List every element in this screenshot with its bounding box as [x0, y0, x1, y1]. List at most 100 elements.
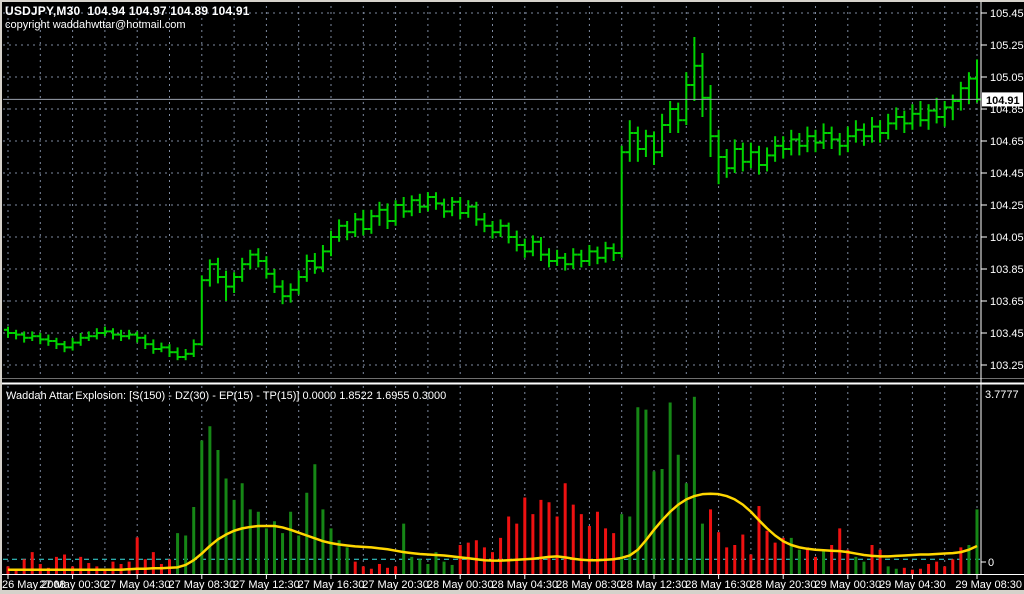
histogram-bar-up	[346, 547, 349, 574]
histogram-bar-down	[23, 559, 26, 574]
histogram-bar-down	[725, 547, 728, 574]
histogram-bar-up	[216, 450, 219, 574]
time-label: 27 May 00:30	[39, 579, 106, 591]
histogram-bar-down	[709, 509, 712, 574]
histogram-bar-up	[701, 524, 704, 574]
histogram-bar-up	[426, 564, 429, 574]
window-bottom-edge	[0, 590, 1024, 594]
histogram-bar-down	[362, 566, 365, 574]
histogram-bar-down	[733, 545, 736, 574]
histogram-bar-up	[305, 493, 308, 574]
histogram-bar-down	[354, 562, 357, 574]
histogram-bar-up	[208, 426, 211, 574]
histogram-bar-down	[152, 552, 155, 574]
time-label: 27 May 12:30	[233, 579, 300, 591]
histogram-bar-down	[596, 512, 599, 574]
histogram-bar-down	[879, 550, 882, 574]
histogram-bar-down	[564, 483, 567, 574]
histogram-bar-up	[402, 524, 405, 574]
time-label: 28 May 20:30	[750, 579, 817, 591]
histogram-bar-up	[669, 403, 672, 575]
price-label: 104.65	[990, 136, 1024, 148]
histogram-bar-up	[677, 455, 680, 574]
histogram-bar-up	[628, 517, 631, 575]
indicator-title: Waddah Attar Explosion: [S(150) - DZ(30)…	[6, 390, 446, 402]
histogram-bar-down	[935, 562, 938, 574]
histogram-bar-up	[313, 464, 316, 574]
histogram-bar-down	[515, 524, 518, 574]
histogram-bar-down	[523, 498, 526, 575]
histogram-bar-down	[903, 568, 906, 574]
histogram-bar-up	[289, 512, 292, 574]
price-label: 103.45	[990, 328, 1024, 340]
copyright-line: copyright waddahwttar@hotmail.com	[5, 19, 186, 31]
histogram-bar-up	[410, 557, 413, 574]
time-label: 28 May 00:30	[427, 579, 494, 591]
histogram-bar-down	[927, 564, 930, 574]
histogram-bar-down	[749, 555, 752, 575]
histogram-bar-down	[814, 557, 817, 574]
histogram-bar-down	[128, 562, 131, 574]
histogram-bar-down	[757, 506, 760, 574]
indicator-max-label: 3.7777	[985, 389, 1019, 401]
symbol-ohlc-title: USDJPY,M30 104.94 104.97 104.89 104.91	[5, 4, 250, 18]
histogram-bar-down	[830, 545, 833, 574]
histogram-bar-down	[588, 526, 591, 574]
histogram-bar-down	[604, 528, 607, 574]
histogram-bar-up	[798, 550, 801, 574]
histogram-bar-up	[895, 569, 898, 574]
histogram-bar-down	[741, 535, 744, 574]
chart-window: 26 May 200827 May 00:3027 May 04:3027 Ma…	[0, 0, 1024, 594]
current-price-label: 104.91	[986, 95, 1020, 107]
histogram-bar-down	[548, 502, 551, 574]
histogram-bar-down	[580, 514, 583, 574]
histogram-bar-up	[184, 536, 187, 575]
histogram-bar-down	[806, 547, 809, 574]
histogram-bar-down	[79, 557, 82, 574]
histogram-bar-up	[249, 509, 252, 574]
histogram-bar-up	[257, 512, 260, 574]
time-label: 28 May 16:30	[685, 579, 752, 591]
histogram-bar-down	[782, 538, 785, 574]
histogram-bar-up	[976, 509, 979, 574]
histogram-bar-down	[370, 569, 373, 574]
histogram-bar-up	[620, 514, 623, 574]
price-label: 104.05	[990, 232, 1024, 244]
histogram-bar-down	[556, 517, 559, 575]
histogram-bar-up	[443, 562, 446, 574]
histogram-bar-down	[63, 555, 66, 575]
histogram-bar-down	[499, 538, 502, 574]
histogram-bar-down	[531, 514, 534, 574]
histogram-bar-down	[386, 568, 389, 574]
histogram-bar-up	[281, 533, 284, 574]
histogram-bar-up	[822, 550, 825, 574]
histogram-bar-down	[919, 569, 922, 574]
histogram-bar-up	[685, 483, 688, 574]
histogram-bar-down	[911, 570, 914, 574]
histogram-bar-down	[572, 505, 575, 574]
time-label: 27 May 04:30	[104, 579, 171, 591]
time-label: 28 May 04:30	[491, 579, 558, 591]
price-label: 105.45	[990, 8, 1024, 20]
histogram-bar-up	[225, 479, 228, 575]
histogram-bar-down	[539, 500, 542, 574]
window-left-edge	[0, 0, 2, 594]
histogram-bar-down	[871, 545, 874, 574]
chart-svg[interactable]: 26 May 200827 May 00:3027 May 04:3027 Ma…	[0, 0, 1024, 594]
price-label: 105.25	[990, 40, 1024, 52]
price-label: 103.85	[990, 264, 1024, 276]
window-top-edge	[0, 0, 1024, 2]
histogram-bar-up	[265, 528, 268, 574]
histogram-bar-up	[854, 557, 857, 574]
histogram-bar-down	[717, 532, 720, 574]
histogram-bar-up	[330, 528, 333, 574]
time-label: 27 May 20:30	[362, 579, 429, 591]
price-label: 104.45	[990, 168, 1024, 180]
time-label: 27 May 16:30	[298, 579, 365, 591]
histogram-bar-up	[297, 536, 300, 575]
price-label: 103.25	[990, 360, 1024, 372]
time-label: 27 May 08:30	[168, 579, 235, 591]
price-label: 105.05	[990, 72, 1024, 84]
histogram-bar-up	[653, 471, 656, 574]
histogram-bar-down	[475, 540, 478, 574]
